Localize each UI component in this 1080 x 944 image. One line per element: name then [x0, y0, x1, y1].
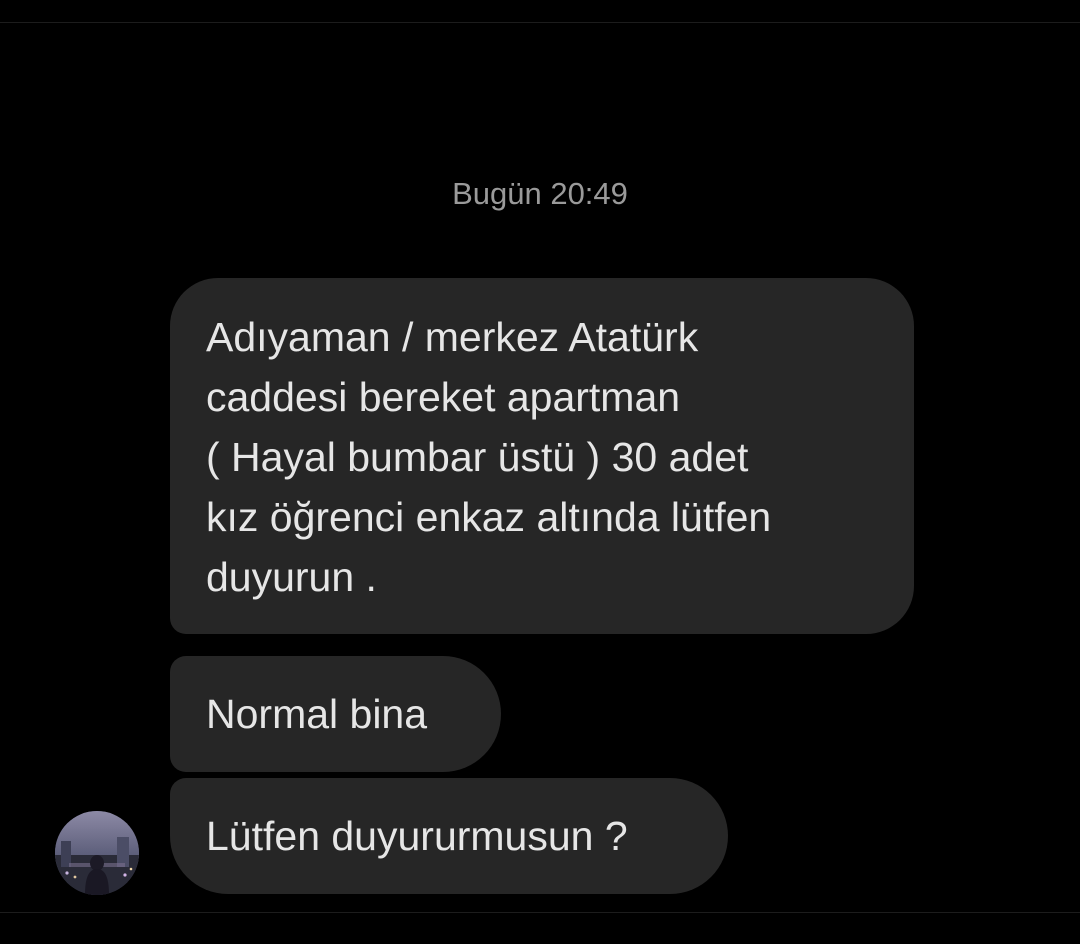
message-text-line: Adıyaman / merkez Atatürk: [206, 314, 699, 360]
message-text-line: duyurun .: [206, 554, 377, 600]
message-text: Normal bina: [206, 691, 428, 737]
message-text-line: kız öğrenci enkaz altında lütfen: [206, 494, 772, 540]
message-text: Lütfen duyururmusun ?: [206, 813, 628, 859]
chat-screen: Bugün 20:49 Adıyaman / merkez Atatürk ca…: [0, 0, 1080, 944]
top-divider: [0, 22, 1080, 23]
message-bubble[interactable]: Adıyaman / merkez Atatürk caddesi bereke…: [170, 278, 914, 634]
bottom-divider: [0, 912, 1080, 913]
message-bubble[interactable]: Lütfen duyururmusun ?: [170, 778, 728, 894]
message-text-line: ( Hayal bumbar üstü ) 30 adet: [206, 434, 749, 480]
message-timestamp: Bugün 20:49: [452, 176, 628, 211]
message-bubble[interactable]: Normal bina: [170, 656, 501, 772]
message-text-line: caddesi bereket apartman: [206, 374, 681, 420]
sender-avatar[interactable]: [55, 811, 139, 895]
profile-photo-icon: [55, 811, 139, 895]
